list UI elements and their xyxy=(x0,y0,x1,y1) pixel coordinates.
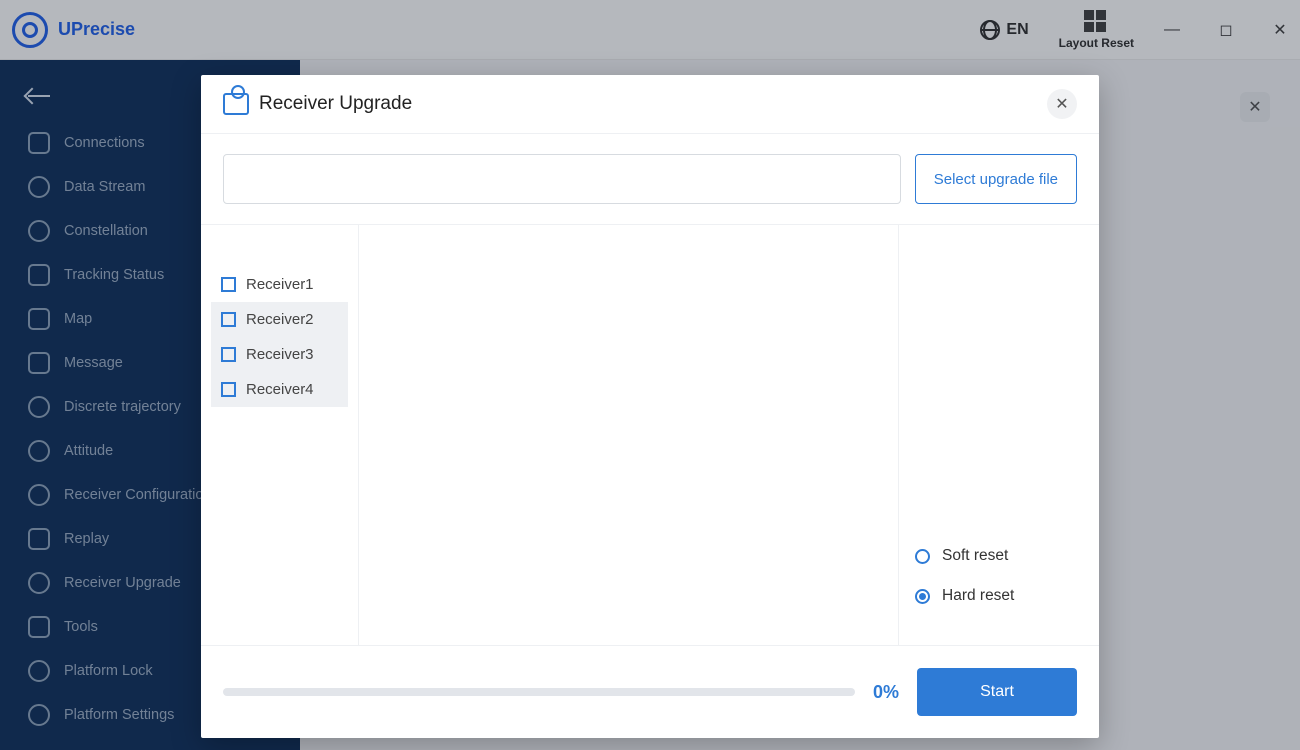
modal-close-button[interactable]: ✕ xyxy=(1047,89,1077,119)
modal-title: Receiver Upgrade xyxy=(223,93,412,115)
receiver-label: Receiver2 xyxy=(246,311,314,328)
receiver-checkbox-3[interactable]: Receiver3 xyxy=(211,337,348,372)
receiver-checkbox-4[interactable]: Receiver4 xyxy=(211,372,348,407)
modal-body: Receiver1 Receiver2 Receiver3 Receiver4 … xyxy=(201,225,1099,645)
radio-icon xyxy=(915,549,930,564)
receiver-upgrade-modal: Receiver Upgrade ✕ Select upgrade file R… xyxy=(201,75,1099,738)
upgrade-icon xyxy=(223,93,249,115)
checkbox-icon xyxy=(221,312,236,327)
progress-percent: 0% xyxy=(873,682,899,703)
checkbox-icon xyxy=(221,347,236,362)
radio-selected-icon xyxy=(915,589,930,604)
receiver-label: Receiver3 xyxy=(246,346,314,363)
receiver-checkbox-2[interactable]: Receiver2 xyxy=(211,302,348,337)
receiver-list: Receiver1 Receiver2 Receiver3 Receiver4 xyxy=(201,225,359,645)
upgrade-file-input[interactable] xyxy=(223,154,901,204)
select-file-button[interactable]: Select upgrade file xyxy=(915,154,1077,204)
modal-overlay: Receiver Upgrade ✕ Select upgrade file R… xyxy=(0,0,1300,750)
modal-footer: 0% Start xyxy=(201,645,1099,738)
modal-title-text: Receiver Upgrade xyxy=(259,93,412,115)
hard-reset-radio[interactable]: Hard reset xyxy=(915,587,1083,605)
receiver-label: Receiver1 xyxy=(246,276,314,293)
soft-reset-radio[interactable]: Soft reset xyxy=(915,547,1083,565)
checkbox-icon xyxy=(221,382,236,397)
reset-label: Soft reset xyxy=(942,547,1008,565)
modal-center-panel xyxy=(359,225,899,645)
receiver-label: Receiver4 xyxy=(246,381,314,398)
reset-label: Hard reset xyxy=(942,587,1014,605)
reset-options-panel: Soft reset Hard reset xyxy=(899,225,1099,645)
checkbox-icon xyxy=(221,277,236,292)
start-button[interactable]: Start xyxy=(917,668,1077,716)
progress-bar xyxy=(223,688,855,696)
receiver-checkbox-1[interactable]: Receiver1 xyxy=(211,267,348,302)
file-select-row: Select upgrade file xyxy=(201,134,1099,225)
modal-header: Receiver Upgrade ✕ xyxy=(201,75,1099,134)
